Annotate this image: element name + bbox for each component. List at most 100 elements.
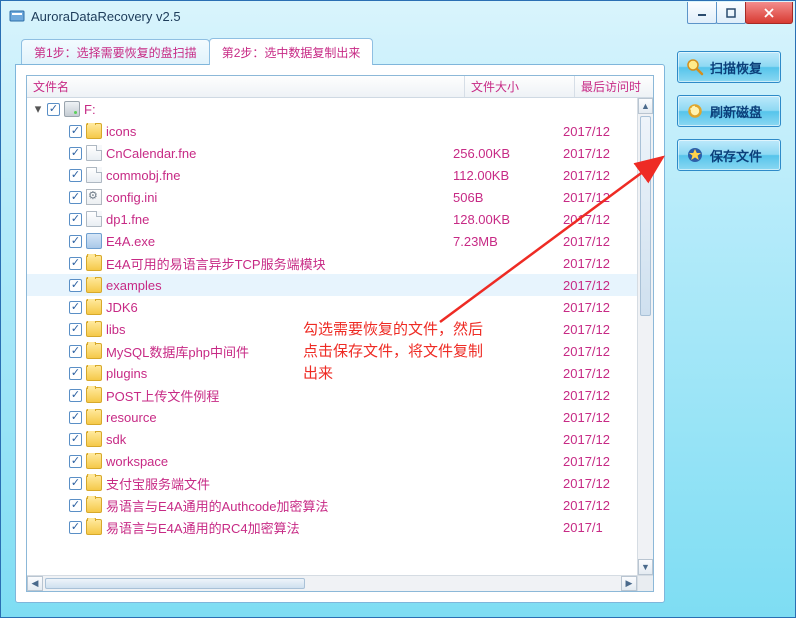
row-checkbox[interactable] [47, 103, 60, 116]
refresh-disk-button[interactable]: 刷新磁盘 [677, 95, 781, 127]
tree-row[interactable]: plugins2017/12 [27, 362, 637, 384]
row-checkbox[interactable] [69, 191, 82, 204]
row-name-label: POST上传文件例程 [106, 386, 219, 405]
titlebar[interactable]: AuroraDataRecovery v2.5 [1, 1, 795, 31]
tree-row[interactable]: resource2017/12 [27, 406, 637, 428]
folder-icon [86, 387, 102, 403]
tree-row[interactable]: E4A可用的易语言异步TCP服务端模块2017/12 [27, 252, 637, 274]
tree-row[interactable]: commobj.fne112.00KB2017/12 [27, 164, 637, 186]
row-checkbox[interactable] [69, 301, 82, 314]
scroll-left-button[interactable]: ◀ [27, 576, 43, 591]
row-checkbox[interactable] [69, 411, 82, 424]
horizontal-scroll-thumb[interactable] [45, 578, 305, 589]
row-checkbox[interactable] [69, 169, 82, 182]
vertical-scroll-thumb[interactable] [640, 116, 651, 316]
tree-row[interactable]: 易语言与E4A通用的RC4加密算法2017/1 [27, 516, 637, 538]
row-checkbox[interactable] [69, 279, 82, 292]
column-header-size[interactable]: 文件大小 [465, 76, 575, 97]
column-header-date[interactable]: 最后访问时 [575, 76, 653, 97]
tree-row[interactable]: libs2017/12 [27, 318, 637, 340]
row-name-label: E4A可用的易语言异步TCP服务端模块 [106, 254, 326, 273]
row-checkbox[interactable] [69, 147, 82, 160]
folder-icon [86, 409, 102, 425]
row-checkbox[interactable] [69, 389, 82, 402]
vertical-scrollbar[interactable]: ▲ ▼ [637, 98, 653, 575]
row-checkbox[interactable] [69, 235, 82, 248]
minimize-button[interactable] [687, 2, 717, 24]
horizontal-scrollbar[interactable]: ◀ ▶ [27, 575, 637, 591]
close-button[interactable] [745, 2, 793, 24]
exe-icon [86, 233, 102, 249]
row-date: 2017/12 [559, 278, 637, 293]
tree-row[interactable]: config.ini506B2017/12 [27, 186, 637, 208]
window-controls [688, 2, 793, 24]
row-date: 2017/12 [559, 300, 637, 315]
row-date: 2017/12 [559, 234, 637, 249]
folder-icon [86, 321, 102, 337]
tree-row[interactable]: E4A.exe7.23MB2017/12 [27, 230, 637, 252]
scroll-up-button[interactable]: ▲ [638, 98, 653, 114]
scroll-down-button[interactable]: ▼ [638, 559, 653, 575]
row-size: 256.00KB [449, 146, 559, 161]
tree-row[interactable]: examples 2017/12 [27, 274, 637, 296]
scan-recover-button[interactable]: 扫描恢复 [677, 51, 781, 83]
row-name-label: commobj.fne [106, 168, 180, 183]
tree-row[interactable]: POST上传文件例程2017/12 [27, 384, 637, 406]
tab-step2[interactable]: 第2步：选中数据复制出来 [209, 38, 374, 65]
tab-step1[interactable]: 第1步：选择需要恢复的盘扫描 [21, 39, 210, 65]
row-checkbox[interactable] [69, 345, 82, 358]
tree-row[interactable]: JDK62017/12 [27, 296, 637, 318]
row-checkbox[interactable] [69, 455, 82, 468]
column-header-name[interactable]: 文件名 [27, 76, 465, 97]
tree-row[interactable]: workspace2017/12 [27, 450, 637, 472]
row-name-label: examples [106, 278, 162, 293]
row-date: 2017/12 [559, 190, 637, 205]
row-name-label: 易语言与E4A通用的RC4加密算法 [106, 518, 300, 537]
list-body[interactable]: ▾F:icons2017/12CnCalendar.fne256.00KB201… [27, 98, 637, 575]
row-checkbox[interactable] [69, 499, 82, 512]
row-name-label: resource [106, 410, 157, 425]
row-checkbox[interactable] [69, 125, 82, 138]
scan-recover-label: 扫描恢复 [710, 58, 762, 77]
file-icon [86, 167, 102, 183]
row-checkbox[interactable] [69, 323, 82, 336]
collapse-icon[interactable]: ▾ [33, 104, 43, 114]
folder-icon [86, 343, 102, 359]
drive-icon [64, 101, 80, 117]
row-checkbox[interactable] [69, 257, 82, 270]
tree-root-row[interactable]: ▾F: [27, 98, 637, 120]
save-file-label: 保存文件 [710, 146, 762, 165]
tab-panel-step2: 文件名 文件大小 最后访问时 ▾F:icons2017/12CnCalendar… [15, 64, 665, 603]
row-name-label: E4A.exe [106, 234, 155, 249]
tree-row[interactable]: sdk2017/12 [27, 428, 637, 450]
row-name-label: libs [106, 322, 126, 337]
tree-row[interactable]: 支付宝服务端文件2017/12 [27, 472, 637, 494]
row-name-label: icons [106, 124, 136, 139]
tree-row[interactable]: CnCalendar.fne256.00KB2017/12 [27, 142, 637, 164]
list-header: 文件名 文件大小 最后访问时 [27, 76, 653, 98]
scroll-right-button[interactable]: ▶ [621, 576, 637, 591]
save-file-button[interactable]: 保存文件 [677, 139, 781, 171]
tree-row[interactable]: dp1.fne128.00KB2017/12 [27, 208, 637, 230]
tabstrip: 第1步：选择需要恢复的盘扫描 第2步：选中数据复制出来 [15, 37, 665, 65]
maximize-button[interactable] [716, 2, 746, 24]
row-name-label: workspace [106, 454, 168, 469]
folder-icon [86, 431, 102, 447]
tabs-container: 第1步：选择需要恢复的盘扫描 第2步：选中数据复制出来 文件名 文件大小 最后访… [15, 37, 665, 603]
tree-row[interactable]: MySQL数据库php中间件2017/12 [27, 340, 637, 362]
folder-icon [86, 123, 102, 139]
row-checkbox[interactable] [69, 521, 82, 534]
row-checkbox[interactable] [69, 213, 82, 226]
ini-icon [86, 189, 102, 205]
row-name-label: 支付宝服务端文件 [106, 474, 210, 493]
folder-icon [86, 299, 102, 315]
row-checkbox[interactable] [69, 367, 82, 380]
app-icon [9, 8, 25, 24]
file-list: 文件名 文件大小 最后访问时 ▾F:icons2017/12CnCalendar… [26, 75, 654, 592]
row-checkbox[interactable] [69, 477, 82, 490]
row-size: 112.00KB [449, 168, 559, 183]
content-area: 扫描恢复 刷新磁盘 保存文件 第1步：选择需要恢复的盘扫描 第2步：选中数据复制… [15, 37, 781, 603]
tree-row[interactable]: 易语言与E4A通用的Authcode加密算法2017/12 [27, 494, 637, 516]
row-checkbox[interactable] [69, 433, 82, 446]
tree-row[interactable]: icons2017/12 [27, 120, 637, 142]
